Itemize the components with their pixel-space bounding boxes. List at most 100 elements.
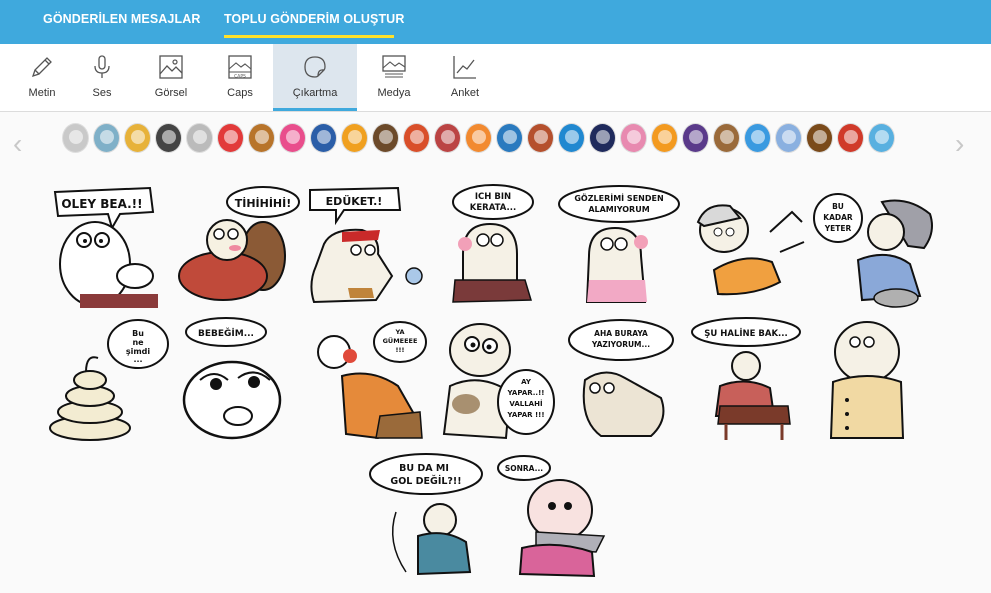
sticker-pack-thumbnail[interactable]: [465, 123, 492, 153]
sticker-bu-da-mi-gol-degil[interactable]: BU DA MI GOL DEĞİL?!!: [366, 452, 492, 578]
tool-sticker-label: Çıkartma: [292, 87, 338, 99]
svg-text:YA: YA: [394, 328, 404, 336]
svg-text:VALLAHİ: VALLAHİ: [509, 399, 542, 408]
tab-create-bulk-send[interactable]: TOPLU GÖNDERİM OLUŞTUR: [224, 12, 404, 26]
sticker-pack-strip: [62, 123, 924, 157]
pack-thumbnail-highlight: [100, 130, 114, 144]
sticker-pack-thumbnail[interactable]: [62, 123, 89, 153]
pack-thumbnail-highlight: [565, 130, 579, 144]
sticker-pack-thumbnail[interactable]: [620, 123, 647, 153]
caps-icon: CAPS: [228, 55, 252, 80]
sticker-bebegim[interactable]: BEBEĞİM...: [180, 316, 292, 442]
chart-icon: [453, 56, 476, 79]
tool-caps-label: Caps: [227, 87, 253, 99]
sticker-pack-thumbnail[interactable]: [124, 123, 151, 153]
svg-text:ICH BIN: ICH BIN: [475, 192, 511, 202]
sticker-pack-thumbnail[interactable]: [341, 123, 368, 153]
sticker-pack-thumbnail[interactable]: [713, 123, 740, 153]
sticker-pack-thumbnail[interactable]: [186, 123, 213, 153]
pack-thumbnail-highlight: [441, 130, 455, 144]
pack-thumbnail-highlight: [596, 130, 610, 144]
sticker-pack-thumbnail[interactable]: [527, 123, 554, 153]
sticker-pack-thumbnail[interactable]: [372, 123, 399, 153]
sticker-bu-ne-simdi[interactable]: Bu ne şimdi ...: [46, 316, 172, 442]
svg-text:TİHİHİHİ!: TİHİHİHİ!: [235, 196, 292, 210]
pack-thumbnail-highlight: [410, 130, 424, 144]
sticker-su-haline-bak[interactable]: ŞU HALİNE BAK...: [690, 316, 808, 442]
sticker-pack-thumbnail[interactable]: [868, 123, 895, 153]
active-tab-indicator: [224, 35, 394, 38]
chevron-right-icon[interactable]: ›: [955, 130, 964, 158]
sticker-sonra[interactable]: SONRA...: [496, 452, 614, 578]
sticker-pack-thumbnail[interactable]: [496, 123, 523, 153]
tool-poll[interactable]: Anket: [423, 44, 507, 111]
svg-text:AHA BURAYA: AHA BURAYA: [594, 329, 648, 338]
pack-thumbnail-highlight: [627, 130, 641, 144]
svg-text:...: ...: [133, 355, 142, 364]
pack-thumbnail-highlight: [317, 130, 331, 144]
svg-text:AY: AY: [521, 378, 532, 386]
sticker-oley-bea[interactable]: OLEY BEA.!!: [50, 184, 162, 308]
chevron-left-icon[interactable]: ‹: [13, 130, 22, 158]
sticker-pack-thumbnail[interactable]: [217, 123, 244, 153]
svg-text:EDÜKET.!: EDÜKET.!: [326, 194, 383, 208]
pencil-icon: [31, 57, 52, 78]
sticker-pack-thumbnail[interactable]: [682, 123, 709, 153]
pack-thumbnail-highlight: [193, 130, 207, 144]
svg-text:YAZIYORUM...: YAZIYORUM...: [591, 340, 650, 349]
sticker-bu-kadar-yeter[interactable]: BU KADAR YETER: [812, 192, 938, 308]
svg-text:BU DA MI: BU DA MI: [399, 463, 449, 474]
tool-caps[interactable]: CAPS Caps: [198, 44, 282, 111]
microphone-icon: [94, 55, 110, 78]
sticker-tihihihi[interactable]: TİHİHİHİ!: [175, 184, 300, 308]
sticker-standing-man[interactable]: [825, 316, 907, 442]
sticker-pack-thumbnail[interactable]: [434, 123, 461, 153]
sticker-pack-thumbnail[interactable]: [248, 123, 275, 153]
pack-thumbnail-highlight: [131, 130, 145, 144]
sticker-pack-thumbnail[interactable]: [403, 123, 430, 153]
pack-thumbnail-highlight: [689, 130, 703, 144]
sticker-pack-thumbnail[interactable]: [837, 123, 864, 153]
pack-thumbnail-highlight: [534, 130, 548, 144]
svg-text:BEBEĞİM...: BEBEĞİM...: [198, 327, 254, 339]
sticker-pack-thumbnail[interactable]: [155, 123, 182, 153]
sticker-panel: ‹ › OLEY BEA.!! TİHİHİHİ! EDÜKET.! ICH B…: [0, 112, 991, 593]
sticker-pack-thumbnail[interactable]: [279, 123, 306, 153]
tab-sent-messages[interactable]: GÖNDERİLEN MESAJLAR: [43, 12, 200, 26]
sticker-aha-buraya[interactable]: AHA BURAYA YAZIYORUM...: [565, 316, 677, 442]
sticker-eduket[interactable]: EDÜKET.!: [302, 184, 430, 308]
sticker-ay-yapar[interactable]: AY YAPAR..!! VALLAHİ YAPAR !!!: [430, 316, 556, 442]
sticker-pack-thumbnail[interactable]: [310, 123, 337, 153]
sticker-pack-thumbnail[interactable]: [93, 123, 120, 153]
pack-thumbnail-highlight: [162, 130, 176, 144]
svg-text:YAPAR !!!: YAPAR !!!: [506, 411, 544, 419]
sticker-ya-gumeee[interactable]: YA GÜMEEEE !!!: [302, 316, 428, 442]
sticker-lying-boy[interactable]: [684, 192, 812, 308]
sticker-pack-thumbnail[interactable]: [744, 123, 771, 153]
top-navigation: GÖNDERİLEN MESAJLAR TOPLU GÖNDERİM OLUŞT…: [0, 0, 991, 44]
sticker-ich-bin-kerata[interactable]: ICH BIN KERATA...: [445, 184, 537, 308]
sticker-pack-thumbnail[interactable]: [775, 123, 802, 153]
svg-text:KERATA...: KERATA...: [470, 203, 516, 213]
pack-thumbnail-highlight: [255, 130, 269, 144]
pack-thumbnail-highlight: [503, 130, 517, 144]
svg-text:SONRA...: SONRA...: [505, 464, 543, 473]
svg-text:YAPAR..!!: YAPAR..!!: [507, 389, 545, 397]
svg-text:ALAMIYORUM: ALAMIYORUM: [588, 205, 649, 214]
sticker-pack-thumbnail[interactable]: [651, 123, 678, 153]
pack-thumbnail-highlight: [472, 130, 486, 144]
svg-text:BU: BU: [832, 202, 844, 211]
svg-text:KADAR: KADAR: [823, 213, 853, 222]
pack-thumbnail-highlight: [658, 130, 672, 144]
sticker-pack-thumbnail[interactable]: [589, 123, 616, 153]
pack-thumbnail-highlight: [379, 130, 393, 144]
svg-text:Bu: Bu: [132, 329, 144, 338]
pack-thumbnail-highlight: [348, 130, 362, 144]
sticker-gozlerimi-senden[interactable]: GÖZLERİMİ SENDEN ALAMIYORUM: [555, 184, 683, 308]
svg-text:CAPS: CAPS: [234, 74, 246, 80]
pack-thumbnail-highlight: [875, 130, 889, 144]
tool-sticker[interactable]: Çıkartma: [273, 44, 357, 111]
sticker-pack-thumbnail[interactable]: [806, 123, 833, 153]
sticker-pack-thumbnail[interactable]: [558, 123, 585, 153]
pack-thumbnail-highlight: [286, 130, 300, 144]
